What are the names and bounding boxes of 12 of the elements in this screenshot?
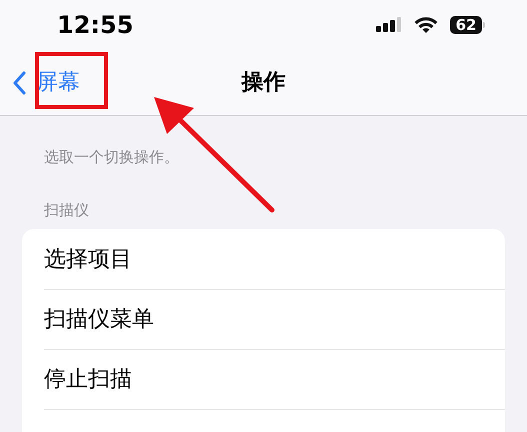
- status-time: 12:55: [57, 10, 134, 41]
- list-item[interactable]: 扫描仪菜单: [44, 289, 505, 349]
- back-button[interactable]: 屏幕: [0, 66, 80, 99]
- battery-percentage: 62: [456, 18, 476, 32]
- list-item[interactable]: 选择项目: [44, 229, 505, 289]
- back-chevron-icon: [12, 70, 26, 94]
- section-header: 扫描仪: [44, 200, 89, 218]
- signal-icon: [376, 17, 402, 33]
- description-text: 选取一个切换操作。: [44, 148, 179, 166]
- page-title: 操作: [242, 69, 286, 97]
- list-item[interactable]: 停止扫描: [44, 349, 505, 409]
- wifi-icon: [414, 16, 438, 34]
